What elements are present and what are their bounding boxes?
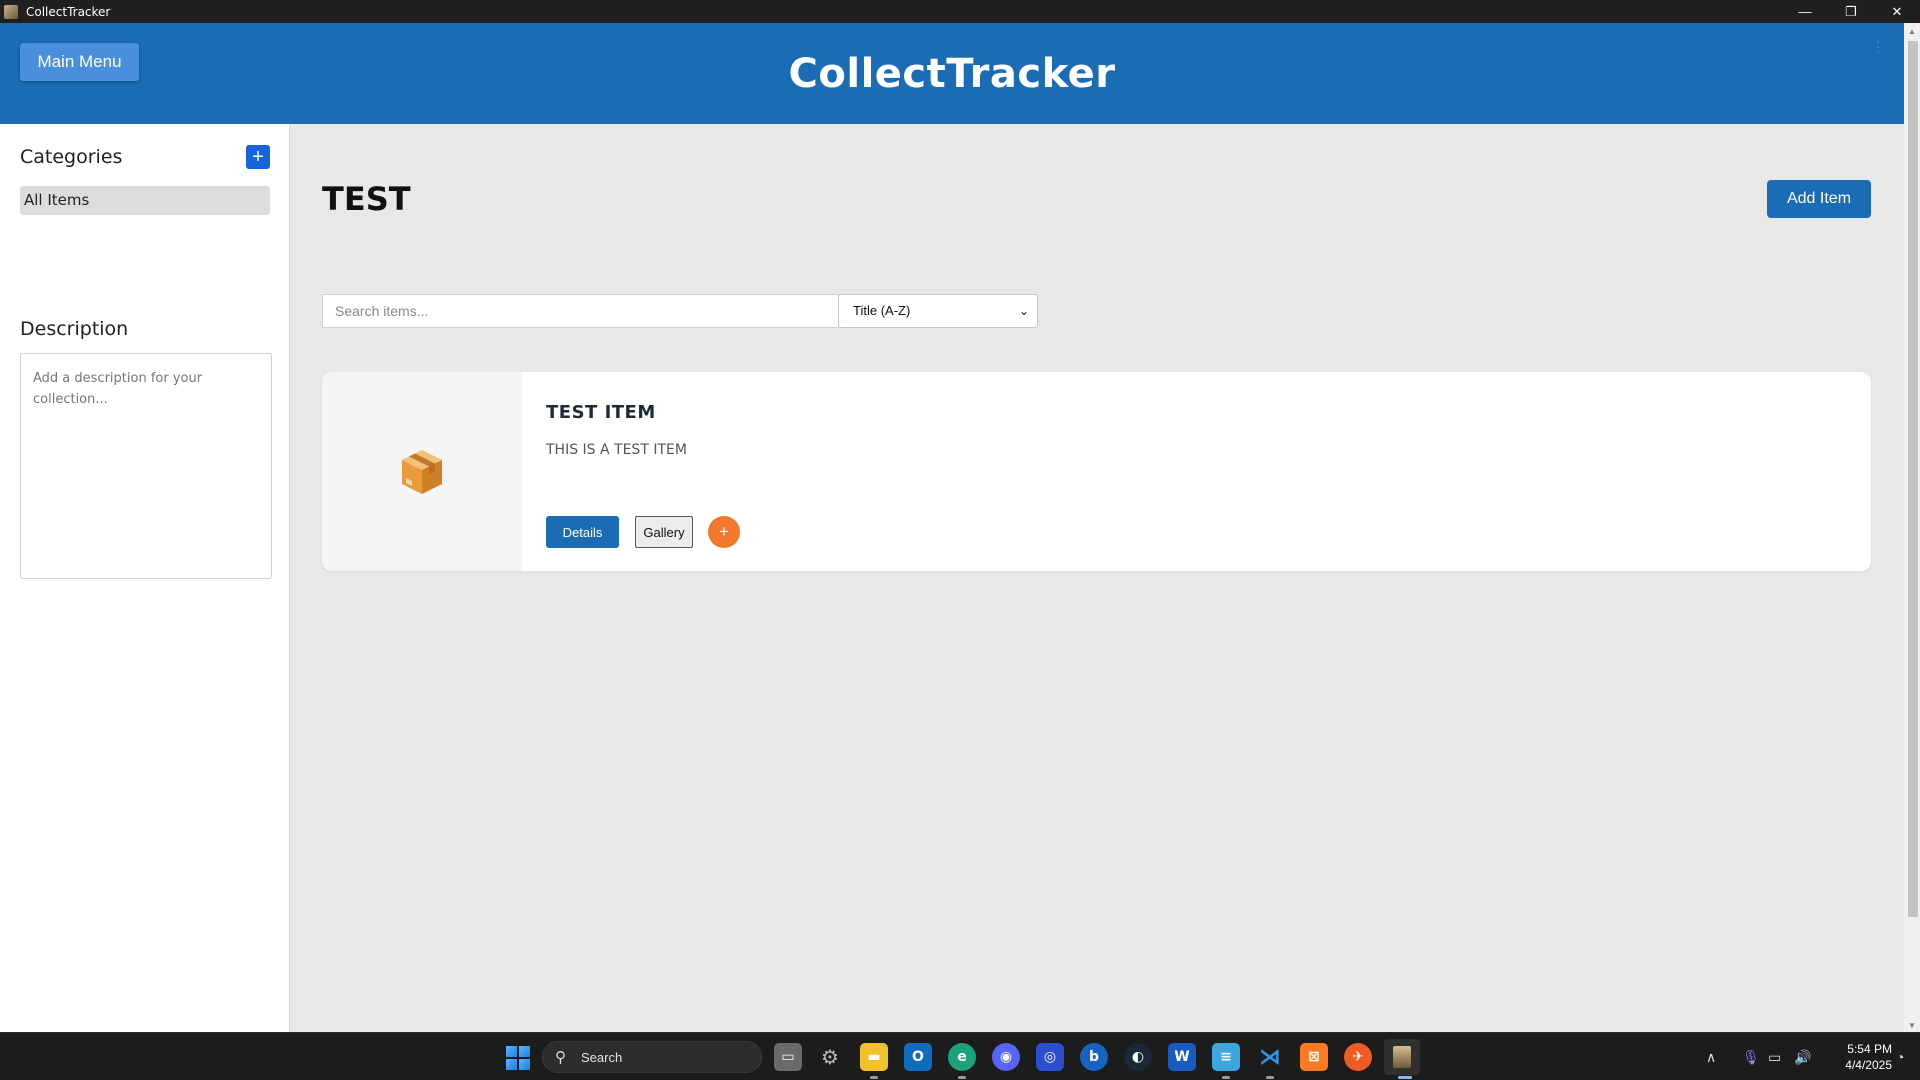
sidebar: Categories + All Items Description [0, 124, 290, 1032]
add-category-button[interactable]: + [246, 145, 270, 169]
sort-select[interactable]: Title (A-Z) ⌄ [838, 294, 1038, 328]
postman-icon[interactable]: ✈ [1344, 1043, 1372, 1071]
steam-icon[interactable]: ◐ [1124, 1043, 1152, 1071]
scroll-down-icon[interactable]: ▼ [1908, 1021, 1916, 1030]
windows-taskbar: ⚲ Search ▭ ⚙ ▬ O e ◉ ◎ b ◐ W ≡ ⋊ ⊠ ✈ ∧ 🎙… [0, 1032, 1920, 1080]
word-icon[interactable]: W [1168, 1043, 1196, 1071]
running-indicator [870, 1076, 878, 1079]
description-heading: Description [20, 318, 129, 340]
file-explorer-icon[interactable]: ▬ [860, 1043, 888, 1071]
chevron-down-icon: ⌄ [1018, 304, 1029, 318]
scroll-up-icon[interactable]: ▲ [1908, 27, 1916, 36]
package-icon [402, 449, 442, 494]
page-title: TEST [322, 180, 411, 218]
add-item-button[interactable]: Add Item [1767, 180, 1871, 218]
taskbar-clock[interactable]: 5:54 PM 4/4/2025 [1820, 1041, 1892, 1073]
vscode-icon[interactable]: ⋊ [1256, 1043, 1284, 1071]
window-title: CollectTracker [26, 4, 111, 19]
microphone-icon[interactable]: 🎙 [1742, 1033, 1760, 1080]
notepad-icon[interactable]: ≡ [1212, 1043, 1240, 1071]
search-input[interactable] [322, 294, 839, 328]
description-textarea[interactable] [20, 353, 272, 579]
sort-selected-value: Title (A-Z) [853, 303, 911, 318]
volume-icon[interactable]: 🔊 [1794, 1033, 1811, 1080]
category-item-all-items[interactable]: All Items [20, 186, 270, 215]
window-controls: — ❐ ✕ [1782, 0, 1920, 23]
more-options-icon[interactable]: · · · [1876, 34, 1881, 58]
app-title: CollectTracker [788, 51, 1116, 97]
window-titlebar: CollectTracker — ❐ ✕ [0, 0, 1920, 23]
settings-icon[interactable]: ⚙ [816, 1043, 844, 1071]
task-view-icon[interactable]: ▭ [774, 1043, 802, 1071]
running-indicator [1222, 1076, 1230, 1079]
collecttracker-icon[interactable] [1384, 1039, 1420, 1075]
scrollbar-thumb[interactable] [1908, 41, 1918, 917]
outlook-icon[interactable]: O [904, 1043, 932, 1071]
minimize-button[interactable]: — [1782, 0, 1828, 23]
discord-icon[interactable]: ◉ [992, 1043, 1020, 1071]
app-logo-icon [4, 4, 18, 19]
item-title: TEST ITEM [546, 402, 656, 423]
close-button[interactable]: ✕ [1874, 0, 1920, 23]
taskbar-search-label: Search [581, 1050, 623, 1065]
app-header: Main Menu CollectTracker · · · [0, 23, 1904, 124]
running-indicator [958, 1076, 966, 1079]
edge-icon[interactable]: e [948, 1043, 976, 1071]
vertical-scrollbar[interactable]: ▲ ▼ [1904, 23, 1920, 1032]
add-image-button[interactable]: + [708, 516, 740, 548]
bing-icon[interactable]: b [1080, 1043, 1108, 1071]
notifications-icon[interactable]: ◔ [1896, 1033, 1904, 1080]
item-card: TEST ITEM THIS IS A TEST ITEM Details Ga… [322, 372, 1871, 571]
details-button[interactable]: Details [546, 516, 619, 548]
tray-chevron-icon[interactable]: ∧ [1706, 1033, 1716, 1080]
item-description: THIS IS A TEST ITEM [546, 442, 687, 458]
network-icon[interactable]: ▭ [1768, 1033, 1781, 1080]
clock-date: 4/4/2025 [1845, 1058, 1892, 1072]
taskbar-search[interactable]: ⚲ Search [542, 1041, 762, 1073]
search-icon: ⚲ [555, 1049, 566, 1066]
xampp-icon[interactable]: ⊠ [1300, 1043, 1328, 1071]
running-indicator [1266, 1076, 1274, 1079]
clock-time: 5:54 PM [1847, 1042, 1892, 1056]
app-icon[interactable]: ◎ [1036, 1043, 1064, 1071]
restore-button[interactable]: ❐ [1828, 0, 1874, 23]
gallery-button[interactable]: Gallery [635, 516, 693, 548]
windows-start-icon[interactable] [506, 1046, 530, 1070]
item-thumbnail [322, 372, 522, 571]
active-indicator [1398, 1076, 1412, 1079]
categories-heading: Categories [20, 146, 123, 168]
